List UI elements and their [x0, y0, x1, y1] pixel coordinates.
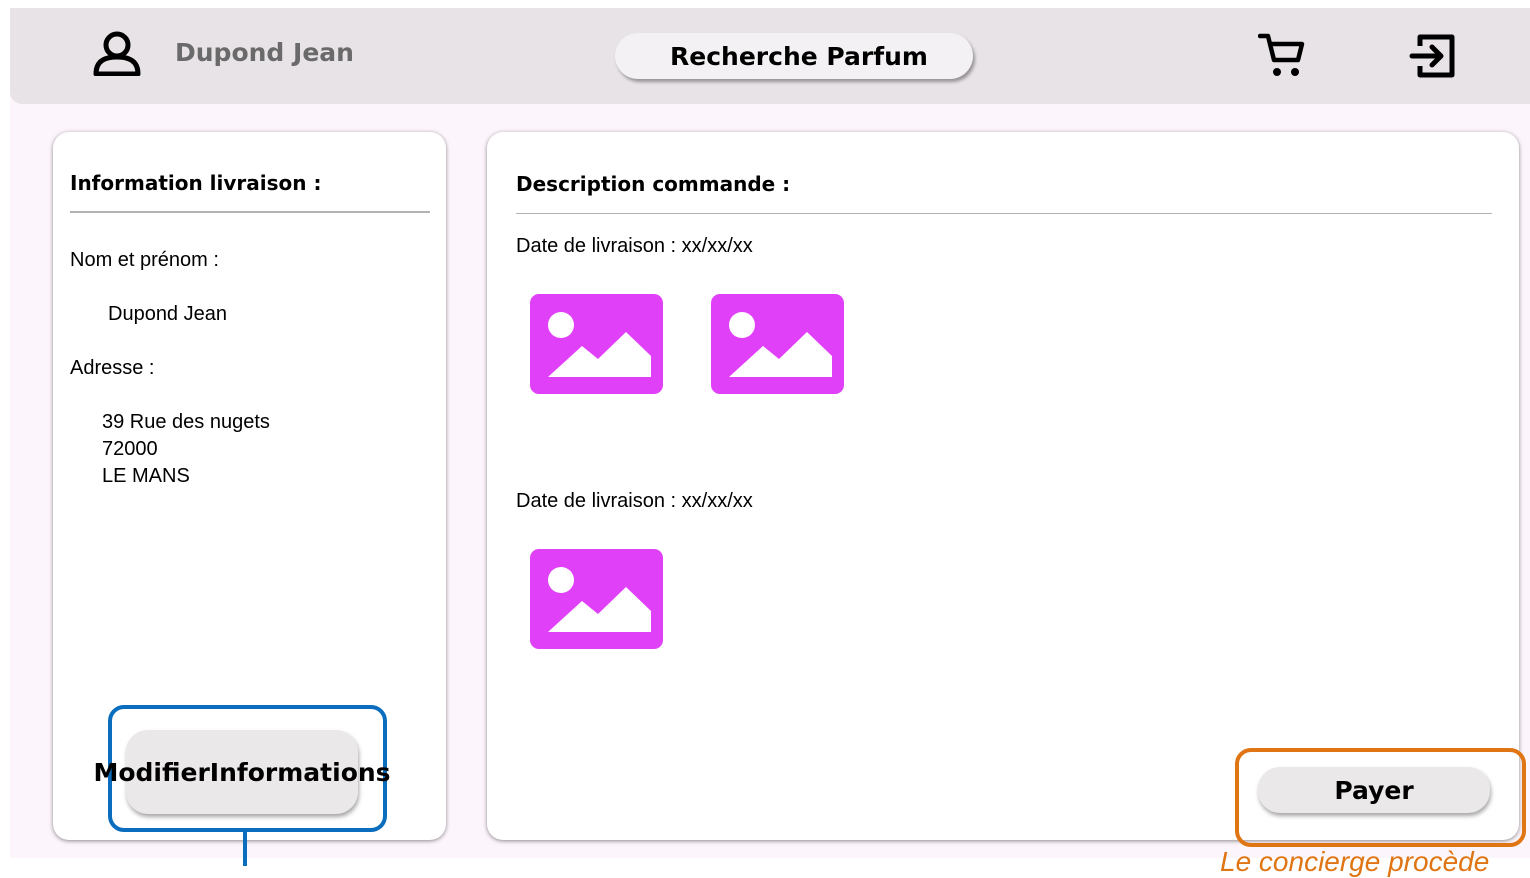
address-line-city: LE MANS — [102, 465, 190, 487]
delivery-date-1: Date de livraison : xx/xx/xx — [516, 235, 753, 257]
modify-button-label-line: Informations — [209, 757, 391, 787]
image-placeholder-icon[interactable] — [530, 549, 663, 649]
order-description-divider — [516, 213, 1492, 214]
image-placeholder-icon[interactable] — [530, 294, 663, 394]
delivery-info-title: Information livraison : — [70, 171, 322, 195]
modify-button-label-line: Modifier — [93, 757, 210, 787]
name-value: Dupond Jean — [108, 303, 227, 325]
delivery-info-divider — [70, 211, 430, 213]
user-icon[interactable] — [92, 30, 142, 76]
cart-icon[interactable] — [1258, 32, 1306, 78]
pay-button[interactable]: Payer — [1258, 767, 1490, 813]
logout-icon[interactable] — [1408, 32, 1458, 80]
concierge-annotation: Le concierge procède — [1220, 846, 1490, 877]
address-label: Adresse : — [70, 357, 155, 379]
modify-information-button[interactable]: Modifier Informations — [93, 730, 391, 814]
search-perfume-button[interactable]: Recherche Parfum — [615, 33, 973, 79]
image-placeholder-icon[interactable] — [711, 294, 844, 394]
order-description-title: Description commande : — [516, 172, 791, 196]
delivery-date-2: Date de livraison : xx/xx/xx — [516, 490, 753, 512]
name-label: Nom et prénom : — [70, 249, 219, 271]
top-bar: Dupond Jean Recherche Parfum — [10, 8, 1530, 104]
modify-info-connector-line — [243, 830, 247, 866]
user-name[interactable]: Dupond Jean — [175, 38, 354, 67]
address-line-postcode: 72000 — [102, 438, 158, 460]
order-description-panel: Description commande : Date de livraison… — [487, 132, 1519, 840]
app-window: Dupond Jean Recherche Parfum Information… — [10, 8, 1530, 877]
address-line-street: 39 Rue des nugets — [102, 411, 270, 433]
